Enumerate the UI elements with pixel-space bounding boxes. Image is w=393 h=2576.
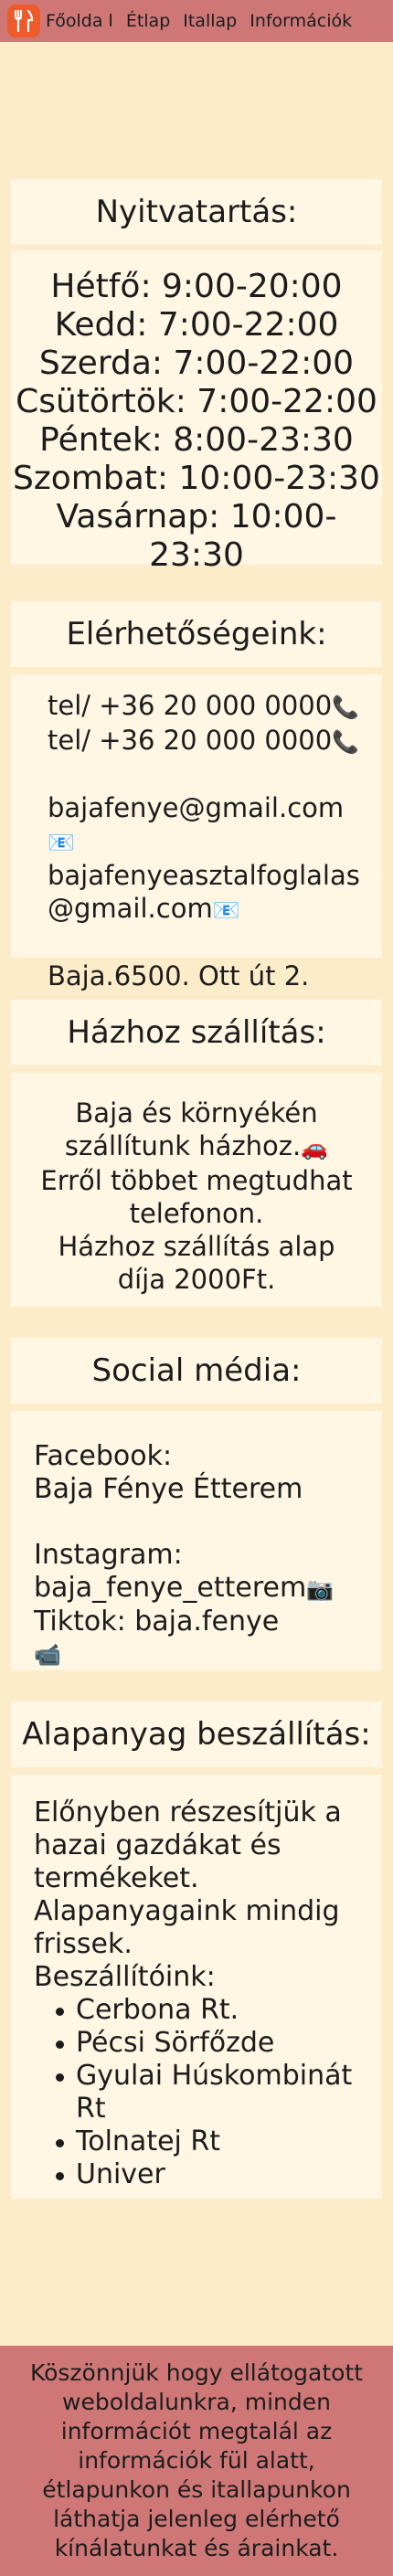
navbar: Főolda l Étlap Itallap Információk [0, 0, 393, 42]
delivery-card: Baja és környékén szállítunk házhoz.🚗 Er… [11, 1073, 382, 1307]
supplier-item: Gyulai Húskombinát Rt [54, 2060, 355, 2125]
instagram-line: baja_fenye_etterem📷 [34, 1572, 364, 1606]
hours-monday: Hétfő: 9:00-20:00 [50, 268, 343, 305]
phone-icon: 📞 [332, 694, 360, 720]
camera-icon: 📷 [306, 1576, 335, 1602]
suppliers-list: Cerbona Rt. Pécsi Sörfőzde Gyulai Húskom… [34, 1994, 355, 2191]
email-2[interactable]: bajafenyeasztalfoglalas@gmail.com [48, 860, 360, 924]
hours-friday: Péntek: 8:00-23:30 [39, 421, 354, 459]
phone-icon: 📞 [332, 729, 360, 755]
nav-link-info[interactable]: Információk [250, 11, 352, 31]
envelope-icon: 📧 [212, 897, 240, 923]
hours-saturday: Szombat: 10:00-23:30 [13, 460, 380, 497]
contact-title: Elérhetőségeink: [66, 616, 327, 652]
delivery-line-3: Házhoz szállítás alap díja 2000Ft. [58, 1231, 335, 1295]
supplier-item: Cerbona Rt. [54, 1994, 355, 2027]
hours-wednesday: Szerda: 7:00-22:00 [38, 345, 355, 382]
nav-link-home[interactable]: Főolda l [46, 11, 113, 31]
address: Baja.6500. Ott út 2. [48, 960, 310, 991]
video-camera-icon: 📹 [34, 1642, 61, 1668]
contact-card: tel/ +36 20 000 0000📞 tel/ +36 20 000 00… [11, 674, 382, 991]
fork-knife-icon[interactable] [7, 5, 40, 37]
supplier-item: Pécsi Sörfőzde [54, 2027, 355, 2060]
supply-title: Alapanyag beszállítás: [22, 1716, 371, 1753]
delivery-line-1: Baja és környékén szállítunk házhoz.🚗 [64, 1097, 329, 1161]
hours-thursday: Csütörtök: 7:00-22:00 [16, 383, 377, 420]
phone-1[interactable]: tel/ +36 20 000 0000 [48, 690, 332, 721]
supply-card: Előnyben részesítjük a hazai gazdákat és… [11, 1775, 382, 2199]
supply-intro: Előnyben részesítjük a hazai gazdákat és… [34, 1797, 342, 1894]
email-line-2: bajafenyeasztalfoglalas@gmail.com📧 [48, 859, 360, 927]
car-icon: 🚗 [301, 1135, 329, 1161]
footer-text: Köszönnjük hogy ellátogatott weboldalunk… [29, 2359, 364, 2561]
suppliers-label: Beszállítóink: [34, 1961, 216, 1993]
instagram-label: Instagram: [34, 1539, 183, 1571]
supplier-item: Univer [54, 2158, 355, 2191]
social-card: Facebook: Baja Fénye Étterem Instagram: … [11, 1411, 382, 1670]
phone-2[interactable]: tel/ +36 20 000 0000 [48, 725, 332, 756]
supplier-item: Tolnatej Rt [54, 2125, 355, 2158]
envelope-icon: 📧 [48, 830, 75, 855]
supply-fresh: Alapanyagaink mindig frissek. [34, 1895, 340, 1960]
instagram-link[interactable]: baja_fenye_etterem [34, 1572, 306, 1604]
delivery-title: Házhoz szállítás: [67, 1014, 326, 1051]
delivery-line-2: Erről többet megtudhat telefonon. [40, 1165, 353, 1229]
hours-card: Hétfő: 9:00-20:00 Kedd: 7:00-22:00 Szerd… [11, 250, 382, 574]
social-title: Social média: [91, 1352, 302, 1389]
tiktok-link[interactable]: Tiktok: baja.fenye [34, 1606, 364, 1638]
hours-title: Nyitvatartás: [95, 194, 298, 230]
hours-sunday: Vasárnap: 10:00-23:30 [56, 498, 337, 574]
phone-line-2: tel/ +36 20 000 0000📞 [48, 724, 360, 758]
email-line-1: bajafenye@gmail.com 📧 [48, 791, 360, 859]
phone-line-1: tel/ +36 20 000 0000📞 [48, 689, 360, 724]
nav-link-menu[interactable]: Étlap [126, 11, 170, 31]
nav-link-drinks[interactable]: Itallap [183, 11, 237, 31]
facebook-link[interactable]: Baja Fénye Étterem [34, 1473, 364, 1506]
email-1[interactable]: bajafenye@gmail.com [48, 792, 344, 823]
supply-title-card: Alapanyag beszállítás: [11, 1701, 382, 1767]
hours-title-card: Nyitvatartás: [11, 179, 382, 245]
facebook-label: Facebook: [34, 1440, 173, 1472]
delivery-title-card: Házhoz szállítás: [11, 1000, 382, 1065]
contact-title-card: Elérhetőségeink: [11, 601, 382, 667]
footer: Köszönnjük hogy ellátogatott weboldalunk… [0, 2346, 393, 2576]
social-title-card: Social média: [11, 1338, 382, 1404]
hours-tuesday: Kedd: 7:00-22:00 [54, 306, 339, 344]
